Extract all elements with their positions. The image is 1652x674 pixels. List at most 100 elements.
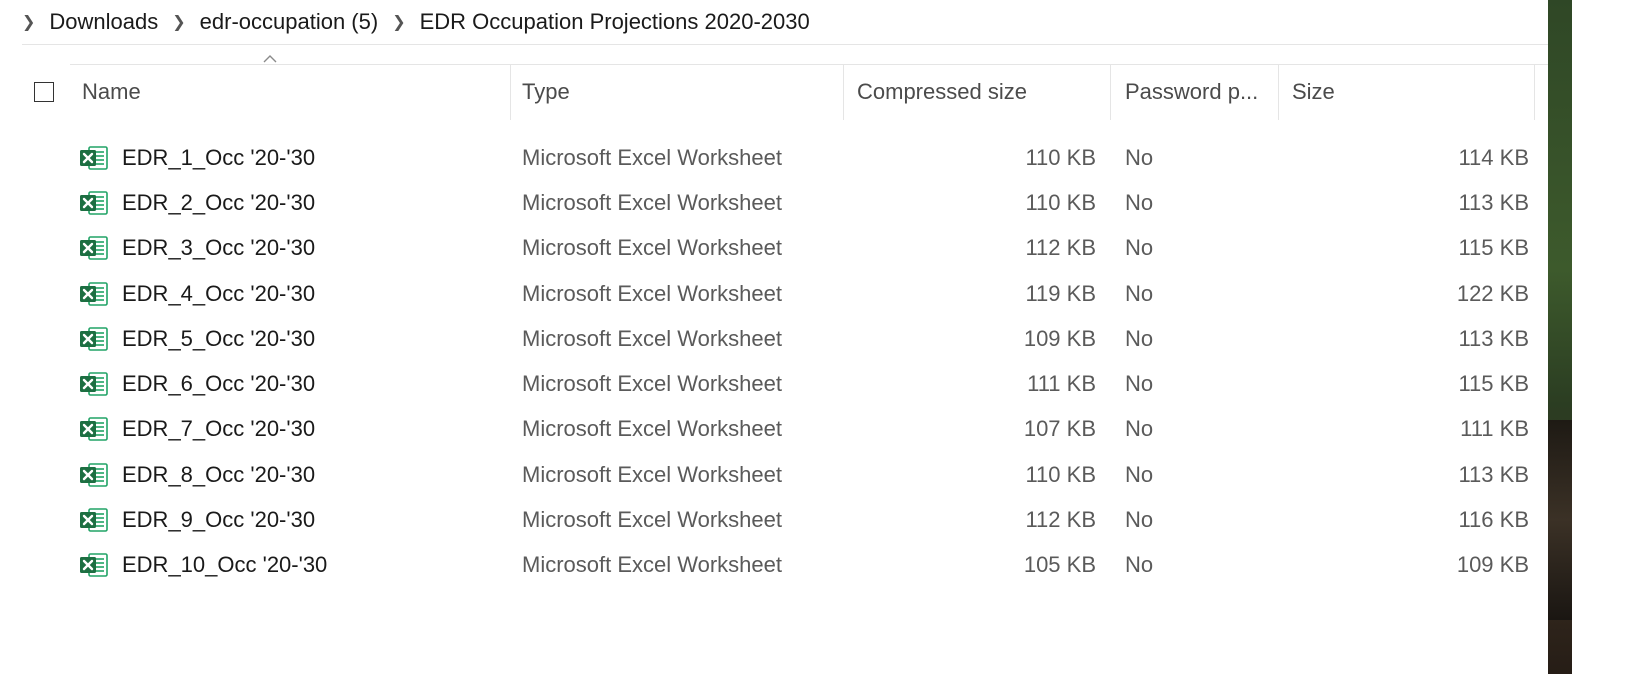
file-size: 114 KB	[1458, 144, 1529, 170]
excel-file-icon	[78, 232, 110, 264]
file-type: Microsoft Excel Worksheet	[522, 371, 783, 397]
file-name-cell: EDR_5_Occ '20-'30	[78, 316, 315, 361]
file-name: EDR_9_Occ '20-'30	[122, 507, 316, 533]
column-header-password[interactable]: Password p...	[1125, 64, 1275, 120]
file-name-cell: EDR_3_Occ '20-'30	[78, 226, 315, 271]
file-name: EDR_1_Occ '20-'30	[122, 144, 316, 170]
file-size: 113 KB	[1458, 189, 1529, 215]
breadcrumb-item-current-folder[interactable]: EDR Occupation Projections 2020-2030	[420, 9, 810, 35]
file-compressed-size: 110 KB	[1025, 461, 1096, 487]
file-compressed-size: 110 KB	[1025, 189, 1096, 215]
breadcrumb-item-zip-folder[interactable]: edr-occupation (5)	[200, 9, 379, 35]
file-type: Microsoft Excel Worksheet	[522, 144, 783, 170]
column-header-compressed-size[interactable]: Compressed size	[857, 64, 1107, 120]
file-row[interactable]: EDR_3_Occ '20-'30 Microsoft Excel Worksh…	[0, 226, 1548, 271]
file-compressed-size: 110 KB	[1025, 144, 1096, 170]
file-name: EDR_3_Occ '20-'30	[122, 235, 316, 261]
file-password-protected: No	[1125, 280, 1154, 306]
column-separator[interactable]	[510, 64, 511, 120]
file-size: 109 KB	[1456, 552, 1529, 578]
column-header-type[interactable]: Type	[522, 64, 842, 120]
file-password-protected: No	[1125, 144, 1154, 170]
file-type: Microsoft Excel Worksheet	[522, 461, 783, 487]
file-row[interactable]: EDR_4_Occ '20-'30 Microsoft Excel Worksh…	[0, 271, 1548, 316]
file-list: EDR_1_Occ '20-'30 Microsoft Excel Worksh…	[0, 135, 1548, 588]
file-type: Microsoft Excel Worksheet	[522, 552, 783, 578]
excel-file-icon	[78, 459, 110, 491]
column-header-name[interactable]: Name	[82, 64, 510, 120]
file-row[interactable]: EDR_8_Occ '20-'30 Microsoft Excel Worksh…	[0, 452, 1548, 497]
file-password-protected: No	[1125, 552, 1154, 578]
file-name: EDR_5_Occ '20-'30	[122, 325, 316, 351]
file-password-protected: No	[1125, 371, 1154, 397]
file-compressed-size: 112 KB	[1025, 235, 1096, 261]
file-name-cell: EDR_7_Occ '20-'30	[78, 407, 315, 452]
column-header-password-label: Password p...	[1125, 79, 1259, 104]
file-size: 122 KB	[1456, 280, 1529, 306]
file-password-protected: No	[1125, 461, 1154, 487]
sort-ascending-icon	[263, 55, 277, 63]
column-separator[interactable]	[1534, 64, 1535, 120]
file-name-cell: EDR_2_Occ '20-'30	[78, 180, 315, 225]
column-header-name-label: Name	[82, 79, 141, 104]
file-type: Microsoft Excel Worksheet	[522, 325, 783, 351]
file-compressed-size: 111 KB	[1027, 371, 1096, 397]
file-size: 115 KB	[1458, 371, 1529, 397]
desktop-wallpaper-strip-dark	[1548, 420, 1572, 620]
file-row[interactable]: EDR_5_Occ '20-'30 Microsoft Excel Worksh…	[0, 316, 1548, 361]
file-row[interactable]: EDR_1_Occ '20-'30 Microsoft Excel Worksh…	[0, 135, 1548, 180]
desktop-background-edge	[1548, 0, 1652, 674]
file-row[interactable]: EDR_2_Occ '20-'30 Microsoft Excel Worksh…	[0, 180, 1548, 225]
file-size: 115 KB	[1458, 235, 1529, 261]
file-compressed-size: 109 KB	[1023, 325, 1096, 351]
file-name-cell: EDR_1_Occ '20-'30	[78, 135, 315, 180]
chevron-right-icon[interactable]: ❯	[22, 12, 35, 32]
file-password-protected: No	[1125, 235, 1154, 261]
column-header-type-label: Type	[522, 79, 570, 104]
file-name: EDR_10_Occ '20-'30	[122, 552, 328, 578]
excel-file-icon	[78, 142, 110, 174]
file-password-protected: No	[1125, 507, 1154, 533]
file-password-protected: No	[1125, 325, 1154, 351]
file-name-cell: EDR_4_Occ '20-'30	[78, 271, 315, 316]
breadcrumb-item-downloads[interactable]: Downloads	[49, 9, 158, 35]
column-separator[interactable]	[1110, 64, 1111, 120]
column-separator[interactable]	[1278, 64, 1279, 120]
file-type: Microsoft Excel Worksheet	[522, 507, 783, 533]
file-size: 111 KB	[1460, 416, 1529, 442]
chevron-right-icon[interactable]: ❯	[392, 12, 405, 32]
file-name: EDR_2_Occ '20-'30	[122, 189, 316, 215]
excel-file-icon	[78, 549, 110, 581]
file-type: Microsoft Excel Worksheet	[522, 235, 783, 261]
file-name: EDR_6_Occ '20-'30	[122, 371, 316, 397]
breadcrumb-divider	[22, 44, 1548, 45]
file-password-protected: No	[1125, 416, 1154, 442]
file-name-cell: EDR_9_Occ '20-'30	[78, 497, 315, 542]
column-separator[interactable]	[843, 64, 844, 120]
file-row[interactable]: EDR_9_Occ '20-'30 Microsoft Excel Worksh…	[0, 497, 1548, 542]
excel-file-icon	[78, 413, 110, 445]
file-type: Microsoft Excel Worksheet	[522, 280, 783, 306]
column-header-size[interactable]: Size	[1292, 64, 1532, 120]
file-row[interactable]: EDR_7_Occ '20-'30 Microsoft Excel Worksh…	[0, 407, 1548, 452]
file-name-cell: EDR_8_Occ '20-'30	[78, 452, 315, 497]
excel-file-icon	[78, 368, 110, 400]
file-row[interactable]: EDR_10_Occ '20-'30 Microsoft Excel Works…	[0, 543, 1548, 588]
file-compressed-size: 112 KB	[1025, 507, 1096, 533]
column-header-size-label: Size	[1292, 79, 1335, 104]
file-name-cell: EDR_10_Occ '20-'30	[78, 543, 327, 588]
file-size: 113 KB	[1458, 325, 1529, 351]
excel-file-icon	[78, 504, 110, 536]
file-type: Microsoft Excel Worksheet	[522, 189, 783, 215]
file-size: 116 KB	[1458, 507, 1529, 533]
excel-file-icon	[78, 323, 110, 355]
file-password-protected: No	[1125, 189, 1154, 215]
file-compressed-size: 119 KB	[1025, 280, 1096, 306]
file-row[interactable]: EDR_6_Occ '20-'30 Microsoft Excel Worksh…	[0, 361, 1548, 406]
file-explorer-window: ❯ Downloads ❯ edr-occupation (5) ❯ EDR O…	[0, 0, 1548, 674]
file-size: 113 KB	[1458, 461, 1529, 487]
chevron-right-icon[interactable]: ❯	[172, 12, 185, 32]
column-header-row: Name Type Compressed size Password p... …	[0, 64, 1548, 120]
file-type: Microsoft Excel Worksheet	[522, 416, 783, 442]
file-compressed-size: 107 KB	[1023, 416, 1096, 442]
